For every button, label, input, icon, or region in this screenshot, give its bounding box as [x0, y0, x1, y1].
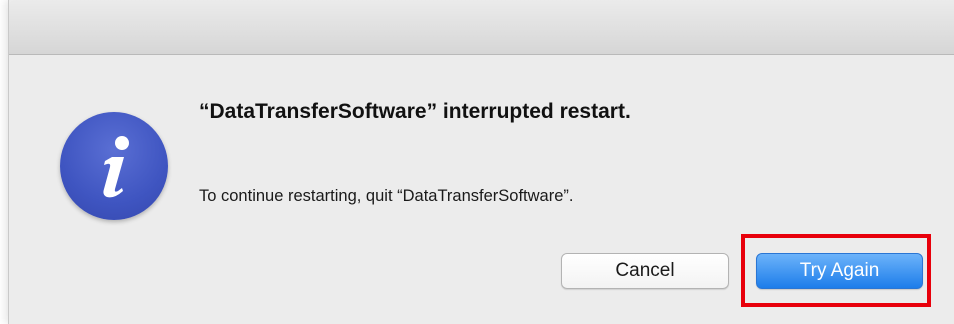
alert-message: “DataTransferSoftware” interrupted resta…: [199, 100, 631, 123]
dialog-title-bar[interactable]: [9, 0, 954, 55]
cancel-button[interactable]: Cancel: [561, 253, 729, 289]
info-glyph: [103, 136, 129, 198]
screen: “DataTransferSoftware” interrupted resta…: [0, 0, 954, 324]
try-again-button[interactable]: Try Again: [756, 253, 923, 289]
alert-informative-text: To continue restarting, quit “DataTransf…: [199, 187, 574, 205]
info-icon: [60, 112, 168, 220]
